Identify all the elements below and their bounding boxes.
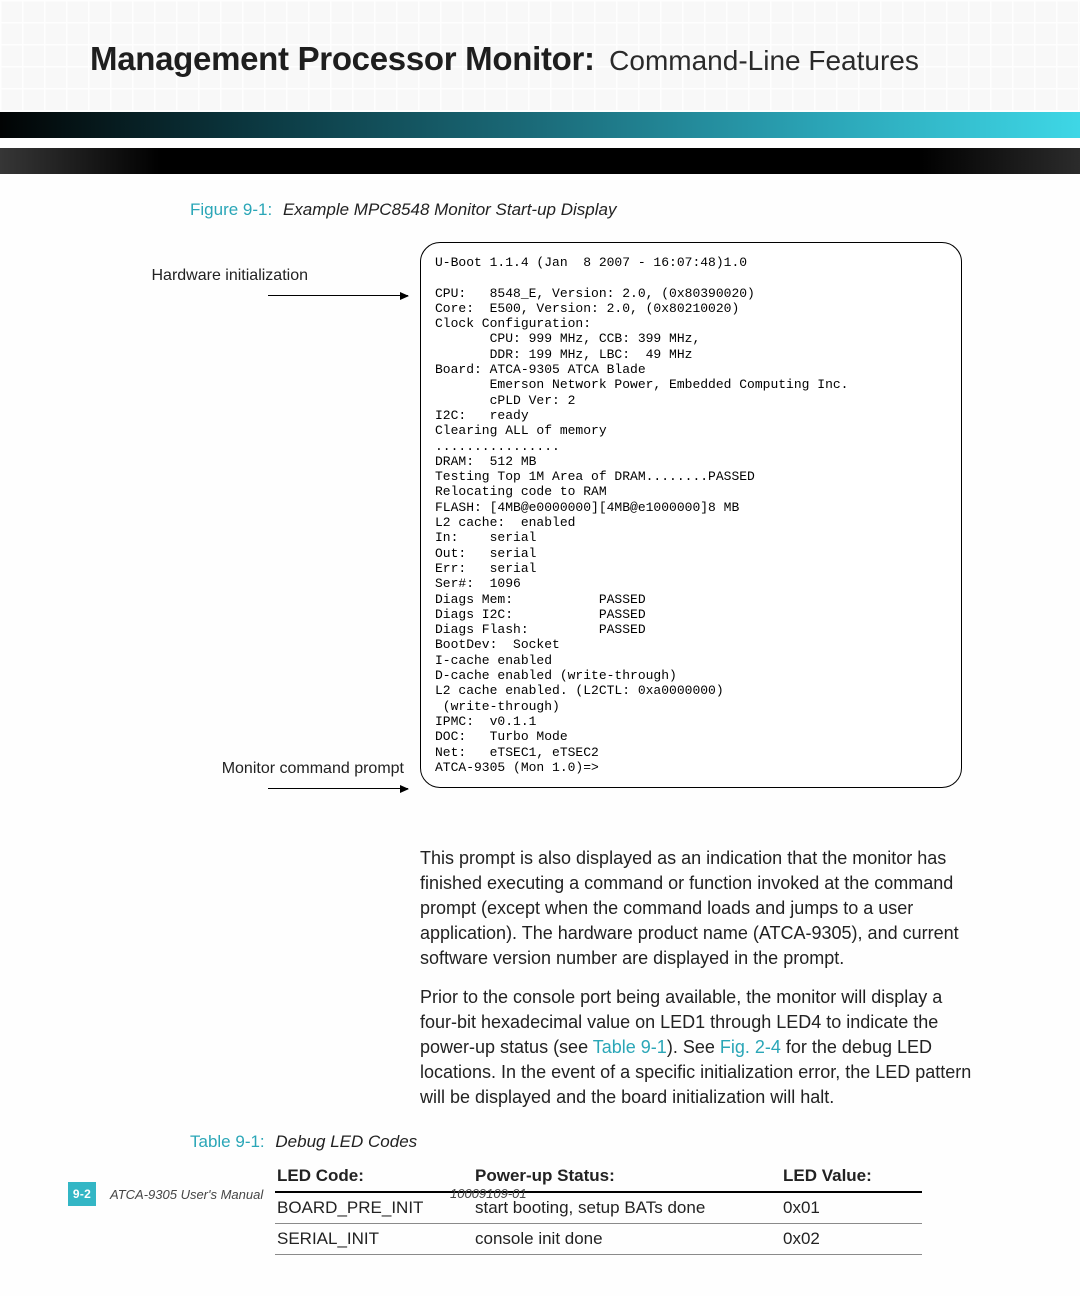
page-footer: 9-2 ATCA-9305 User's Manual 10009109-01 — [68, 1182, 1000, 1210]
table-row: SERIAL_INIT console init done 0x02 — [275, 1224, 922, 1255]
figure-9-1: Hardware initialization Monitor command … — [90, 242, 980, 820]
callout-label: Monitor command prompt — [90, 760, 408, 778]
chapter-title-bold: Management Processor Monitor: — [90, 40, 595, 77]
footer-left: 9-2 ATCA-9305 User's Manual — [68, 1182, 263, 1206]
td-led-code: SERIAL_INIT — [275, 1224, 473, 1255]
td-led-value: 0x02 — [781, 1224, 922, 1255]
teal-gradient-bar — [0, 112, 1080, 138]
doc-number: 10009109-01 — [450, 1186, 527, 1201]
callout-hardware-init: Hardware initialization — [90, 267, 408, 305]
body-paragraph-2: Prior to the console port being availabl… — [420, 985, 980, 1110]
chapter-title-light: Command-Line Features — [609, 45, 919, 76]
callout-monitor-prompt: Monitor command prompt — [90, 760, 408, 798]
figure-title: Example MPC8548 Monitor Start-up Display — [283, 200, 617, 219]
table-number: Table 9-1: — [190, 1132, 265, 1151]
content-area: Figure 9-1: Example MPC8548 Monitor Star… — [90, 200, 980, 1255]
page-header: Management Processor Monitor: Command-Li… — [90, 40, 1000, 78]
td-powerup: console init done — [473, 1224, 781, 1255]
page-number-badge: 9-2 — [68, 1182, 96, 1206]
black-gradient-bar — [0, 148, 1080, 174]
figure-number: Figure 9-1: — [190, 200, 272, 219]
arrow-icon — [268, 295, 408, 296]
body-paragraph-1: This prompt is also displayed as an indi… — [420, 846, 980, 971]
callout-label: Hardware initialization — [90, 267, 408, 285]
figure-caption: Figure 9-1: Example MPC8548 Monitor Star… — [90, 200, 980, 220]
terminal-output: U-Boot 1.1.4 (Jan 8 2007 - 16:07:48)1.0 … — [420, 242, 962, 788]
ref-link-table-9-1[interactable]: Table 9-1 — [593, 1037, 667, 1057]
table-title: Debug LED Codes — [275, 1132, 417, 1151]
table-caption: Table 9-1: Debug LED Codes — [90, 1132, 980, 1152]
ref-link-fig-2-4[interactable]: Fig. 2-4 — [720, 1037, 781, 1057]
arrow-icon — [268, 788, 408, 789]
para-text: ). See — [667, 1037, 720, 1057]
manual-name: ATCA-9305 User's Manual — [110, 1187, 263, 1202]
